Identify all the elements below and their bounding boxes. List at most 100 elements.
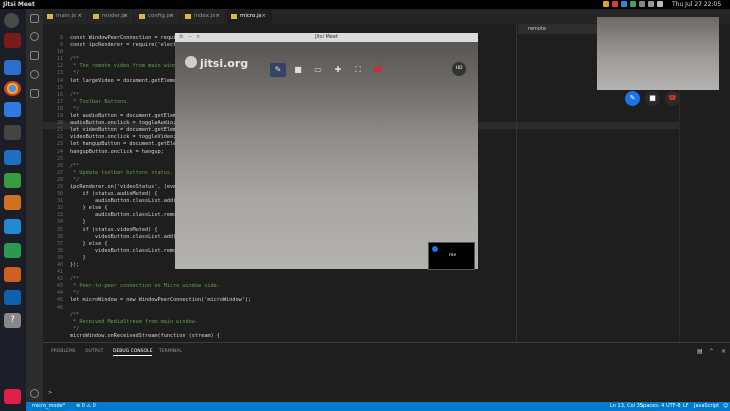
- writer-icon[interactable]: [4, 219, 21, 234]
- line-number: 40: [56, 262, 63, 268]
- line-number: 21: [56, 127, 63, 134]
- remote-panel-header[interactable]: remote: [518, 24, 598, 34]
- close-icon[interactable]: ×: [215, 9, 220, 24]
- close-icon[interactable]: ×: [169, 9, 174, 24]
- system-tray: [603, 1, 663, 7]
- tab-label: render.js: [102, 13, 126, 19]
- microphone-muted-icon[interactable]: ✎: [270, 63, 286, 77]
- terminal-icon[interactable]: [4, 33, 21, 48]
- tab-micro-js[interactable]: micro.js ×: [227, 9, 272, 24]
- line-number: 41: [56, 269, 63, 276]
- problems-count[interactable]: ⊗ 0 ⚠ 0: [76, 402, 96, 411]
- debug-icon[interactable]: [30, 70, 39, 79]
- line-number: 16: [56, 91, 63, 98]
- git-branch[interactable]: micro_mode*: [32, 402, 65, 411]
- line-number: 32: [56, 205, 63, 212]
- settings-icon[interactable]: [4, 290, 21, 305]
- tab-terminal[interactable]: TERMINAL: [159, 349, 182, 354]
- mail-icon[interactable]: [4, 60, 21, 75]
- camera-icon[interactable]: ■: [290, 63, 306, 77]
- close-icon[interactable]: ×: [77, 9, 82, 24]
- gear-icon[interactable]: [30, 389, 39, 398]
- terminal-icon[interactable]: [4, 125, 21, 140]
- large-video[interactable]: jitsi.org ✎ ■ ▭ ✚ ⛶ ☎ HD me: [175, 42, 478, 270]
- line-number: 35: [56, 226, 63, 233]
- cursor-position[interactable]: Ln 13, Col 35: [610, 402, 643, 411]
- code-line[interactable]: * Peer-to-peer connection on Micro windo…: [70, 283, 630, 290]
- app-icon[interactable]: [4, 389, 21, 404]
- editor-split-divider[interactable]: [516, 24, 517, 342]
- tray-icon[interactable]: [612, 1, 618, 7]
- code-line[interactable]: */: [70, 326, 630, 333]
- tray-icon[interactable]: [648, 1, 654, 7]
- line-number: 43: [56, 283, 63, 290]
- hangup-icon[interactable]: ☎: [370, 63, 386, 77]
- tab-output[interactable]: OUTPUT: [85, 349, 103, 354]
- language-mode[interactable]: JavaScript: [694, 402, 719, 411]
- tab-index-js[interactable]: index.js ×: [181, 9, 226, 24]
- code-line[interactable]: microWindow.onReceivedStream(function (s…: [70, 333, 630, 340]
- micro-window-video[interactable]: [597, 17, 719, 90]
- tab-main-js[interactable]: main.js ×: [43, 9, 88, 24]
- code-line[interactable]: /**: [70, 276, 630, 283]
- close-icon[interactable]: ×: [261, 9, 266, 24]
- tab-problems[interactable]: PROBLEMS: [51, 349, 76, 354]
- code-line[interactable]: let microWindow = new WindowPeerConnecti…: [70, 297, 630, 304]
- tab-label: config.js: [148, 13, 171, 19]
- chrome-icon[interactable]: [4, 81, 21, 96]
- hangup-icon[interactable]: ☎: [665, 91, 680, 106]
- line-ending[interactable]: LF: [683, 402, 689, 411]
- tab-config-js[interactable]: config.js ×: [135, 9, 180, 24]
- console-prompt[interactable]: >: [48, 390, 52, 396]
- extensions-icon[interactable]: [30, 89, 39, 98]
- impress-icon[interactable]: [4, 267, 21, 282]
- fullscreen-icon[interactable]: ⛶: [350, 63, 366, 77]
- app-icon[interactable]: [4, 195, 21, 210]
- add-participant-icon[interactable]: ✚: [330, 63, 346, 77]
- tray-icon[interactable]: [630, 1, 636, 7]
- indentation[interactable]: Spaces: 4: [640, 402, 664, 411]
- tab-label: micro.js: [240, 13, 262, 19]
- code-line[interactable]: [70, 269, 630, 276]
- line-number: 22: [56, 134, 63, 141]
- code-line[interactable]: */: [70, 290, 630, 297]
- tray-icon[interactable]: [621, 1, 627, 7]
- tray-icon[interactable]: [603, 1, 609, 7]
- line-number: 17: [56, 98, 63, 105]
- calc-icon[interactable]: [4, 243, 21, 258]
- app-icon[interactable]: [4, 173, 21, 188]
- close-icon[interactable]: ×: [123, 9, 128, 24]
- hd-badge[interactable]: HD: [452, 62, 466, 76]
- line-number: 18: [56, 105, 63, 112]
- encoding[interactable]: UTF-8: [666, 402, 681, 411]
- code-line[interactable]: /**: [70, 312, 630, 319]
- code-line[interactable]: [70, 305, 630, 312]
- code-line[interactable]: * Received MediaStream from main window.: [70, 319, 630, 326]
- microphone-muted-icon[interactable]: ✎: [625, 91, 640, 106]
- self-view-thumbnail[interactable]: me: [428, 242, 475, 270]
- search-icon[interactable]: [30, 32, 39, 41]
- browser-icon[interactable]: [4, 102, 21, 117]
- line-number: 8: [59, 35, 63, 41]
- ubuntu-home-icon[interactable]: [4, 13, 19, 28]
- camera-icon[interactable]: ■: [645, 91, 660, 106]
- line-number: 27: [56, 169, 63, 176]
- tray-icon[interactable]: [657, 1, 663, 7]
- help-icon[interactable]: ?: [4, 313, 21, 328]
- tab-render-js[interactable]: render.js ×: [89, 9, 134, 24]
- jitsi-titlebar[interactable]: ⚙ − × Jitsi Meet: [175, 33, 478, 42]
- tab-debug-console[interactable]: DEBUG CONSOLE: [113, 349, 153, 356]
- split-panel-icon[interactable]: ▤: [697, 348, 703, 355]
- close-panel-icon[interactable]: ×: [721, 348, 726, 355]
- source-control-icon[interactable]: [30, 51, 39, 60]
- vscode-icon[interactable]: [4, 150, 21, 165]
- explorer-icon[interactable]: [30, 14, 39, 23]
- tray-icon[interactable]: [639, 1, 645, 7]
- desktop-share-icon[interactable]: ▭: [310, 63, 326, 77]
- js-file-icon: [139, 14, 145, 19]
- maximize-panel-icon[interactable]: ⌃: [709, 348, 714, 355]
- smiley-icon[interactable]: ☺: [723, 402, 728, 411]
- line-number: 31: [56, 198, 63, 205]
- clock[interactable]: Thu Jul 27 22:05: [672, 0, 721, 9]
- line-number: 33: [56, 212, 63, 219]
